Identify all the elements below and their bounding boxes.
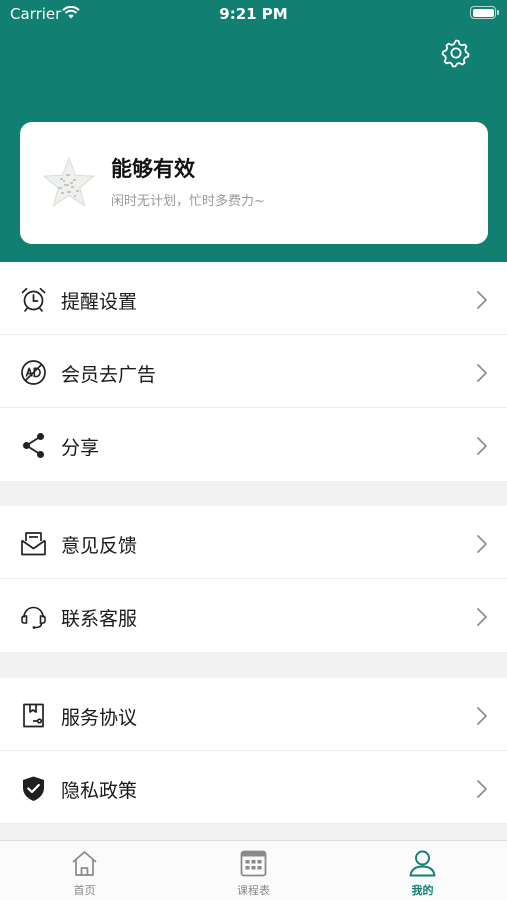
- chevron-right-icon: [477, 364, 487, 382]
- menu-label: 服务协议: [61, 707, 138, 729]
- menu-item-privacy-policy[interactable]: 隐私政策: [0, 751, 507, 824]
- menu-group-legal: 服务协议 隐私政策: [0, 678, 507, 824]
- menu-item-service-agreement[interactable]: 服务协议: [0, 678, 507, 751]
- chevron-right-icon: [477, 291, 487, 309]
- status-bar: Carrier 9:21 PM: [0, 0, 507, 28]
- status-time: 9:21 PM: [219, 5, 288, 23]
- person-icon: [409, 850, 436, 877]
- tab-home[interactable]: 首页: [0, 841, 169, 900]
- envelope-icon: [21, 532, 46, 556]
- menu-group-support: 意见反馈 联系客服: [0, 506, 507, 652]
- tab-label: 我的: [411, 884, 434, 897]
- chevron-right-icon: [477, 535, 487, 553]
- menu-item-remove-ads[interactable]: 会员去广告: [0, 335, 507, 408]
- battery-icon: [470, 6, 499, 19]
- calendar-grid-icon: [240, 850, 267, 877]
- menu-label: 联系客服: [61, 608, 138, 630]
- menu-group-general: 提醒设置 会员去广告 分享: [0, 262, 507, 481]
- tab-label: 课程表: [237, 884, 270, 897]
- profile-card[interactable]: 能够有效 闲时无计划，忙时多费力~: [20, 122, 488, 244]
- headset-icon: [21, 606, 46, 629]
- alarm-clock-icon: [21, 287, 46, 312]
- star-avatar-icon: [42, 156, 96, 207]
- document-icon: [23, 703, 44, 728]
- chevron-right-icon: [477, 608, 487, 626]
- ad-icon: [21, 360, 46, 385]
- menu-label: 会员去广告: [61, 364, 157, 386]
- profile-header: Carrier 9:21 PM 能够有效 闲时无计划，忙时多费力~: [0, 0, 507, 262]
- menu-item-share[interactable]: 分享: [0, 408, 507, 481]
- tab-schedule[interactable]: 课程表: [169, 841, 338, 900]
- profile-motto: 闲时无计划，忙时多费力~: [111, 194, 265, 209]
- menu-label: 提醒设置: [61, 291, 138, 313]
- home-icon: [72, 851, 97, 876]
- chevron-right-icon: [477, 707, 487, 725]
- menu-label: 隐私政策: [61, 780, 138, 802]
- tab-label: 首页: [73, 884, 96, 897]
- menu-item-feedback[interactable]: 意见反馈: [0, 506, 507, 579]
- share-icon: [23, 433, 44, 458]
- profile-name: 能够有效: [111, 157, 195, 181]
- menu-label: 分享: [61, 437, 100, 459]
- chevron-right-icon: [477, 780, 487, 798]
- chevron-right-icon: [477, 437, 487, 455]
- menu-item-reminder-settings[interactable]: 提醒设置: [0, 262, 507, 335]
- gear-icon[interactable]: [439, 36, 473, 70]
- menu-item-contact-support[interactable]: 联系客服: [0, 579, 507, 652]
- menu-label: 意见反馈: [61, 535, 138, 557]
- bottom-tab-bar: 首页 课程表 我的: [0, 840, 507, 900]
- shield-check-icon: [23, 776, 44, 801]
- tab-mine[interactable]: 我的: [338, 841, 507, 900]
